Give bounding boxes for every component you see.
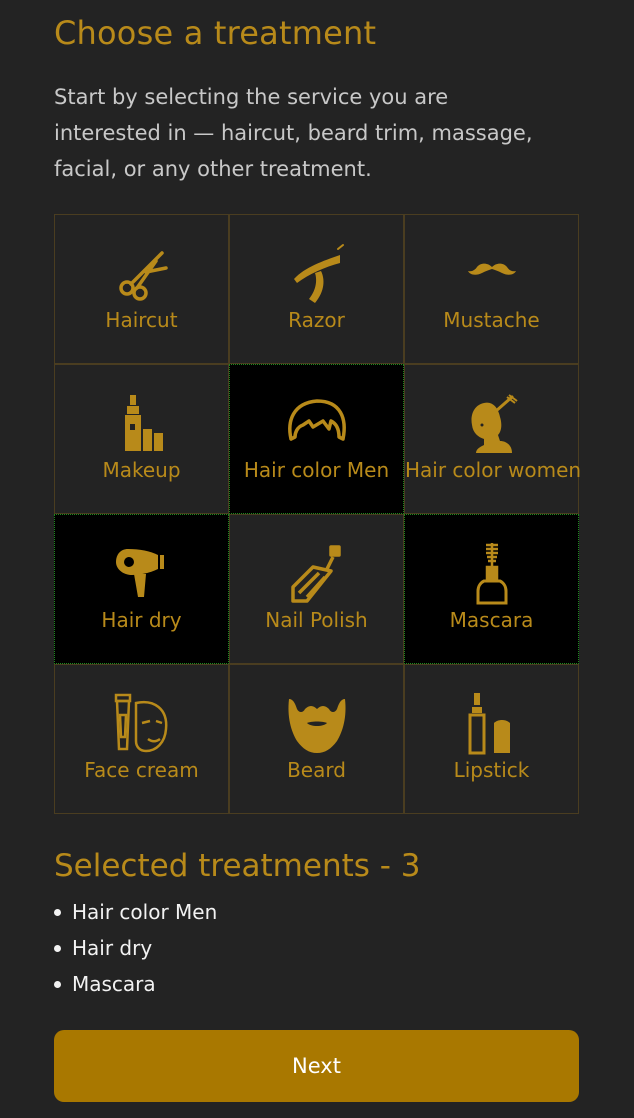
treatment-label: Mascara: [449, 608, 534, 632]
treatment-label: Nail Polish: [265, 608, 368, 632]
treatment-label: Lipstick: [453, 758, 530, 782]
treatment-tile-hair-color-men[interactable]: Hair color Men: [229, 364, 404, 514]
treatment-label: Face cream: [84, 758, 199, 782]
treatment-label: Haircut: [105, 308, 178, 332]
beard-icon: [285, 691, 349, 755]
treatment-label: Hair color women: [405, 458, 582, 482]
lipstick-icon: [460, 691, 524, 755]
women-hair-icon: [460, 391, 524, 455]
page-title: Choose a treatment: [54, 14, 377, 52]
treatment-page: Choose a treatment Start by selecting th…: [0, 0, 634, 1118]
treatment-tile-razor[interactable]: Razor: [229, 214, 404, 364]
treatment-grid: Haircut Razor Mustache Makeup Hair color…: [54, 214, 582, 814]
scissors-icon: [110, 241, 174, 305]
list-item: Hair dry: [54, 932, 217, 968]
treatment-tile-mustache[interactable]: Mustache: [404, 214, 579, 364]
selected-list: Hair color Men Hair dry Mascara: [54, 896, 217, 1004]
list-item: Mascara: [54, 968, 217, 1004]
mustache-icon: [460, 241, 524, 305]
mascara-icon: [460, 541, 524, 605]
treatment-tile-lipstick[interactable]: Lipstick: [404, 664, 579, 814]
nail-polish-icon: [285, 541, 349, 605]
treatment-label: Hair color Men: [243, 458, 390, 482]
treatment-tile-hair-color-women[interactable]: Hair color women: [404, 364, 582, 514]
treatment-label: Hair dry: [101, 608, 182, 632]
selected-title: Selected treatments - 3: [54, 848, 421, 884]
list-item: Hair color Men: [54, 896, 217, 932]
razor-icon: [285, 241, 349, 305]
next-button[interactable]: Next: [54, 1030, 579, 1102]
intro-text: Start by selecting the service you are i…: [54, 85, 533, 181]
treatment-label: Beard: [287, 758, 346, 782]
treatment-tile-beard[interactable]: Beard: [229, 664, 404, 814]
treatment-label: Mustache: [443, 308, 540, 332]
treatment-label: Makeup: [102, 458, 181, 482]
men-hair-icon: [285, 391, 349, 455]
treatment-tile-haircut[interactable]: Haircut: [54, 214, 229, 364]
treatment-tile-makeup[interactable]: Makeup: [54, 364, 229, 514]
treatment-tile-nail-polish[interactable]: Nail Polish: [229, 514, 404, 664]
hair-dryer-icon: [110, 541, 174, 605]
treatment-label: Razor: [288, 308, 345, 332]
face-cream-icon: [110, 691, 174, 755]
makeup-icon: [110, 391, 174, 455]
treatment-tile-hair-dry[interactable]: Hair dry: [54, 514, 229, 664]
treatment-tile-face-cream[interactable]: Face cream: [54, 664, 229, 814]
treatment-tile-mascara[interactable]: Mascara: [404, 514, 579, 664]
